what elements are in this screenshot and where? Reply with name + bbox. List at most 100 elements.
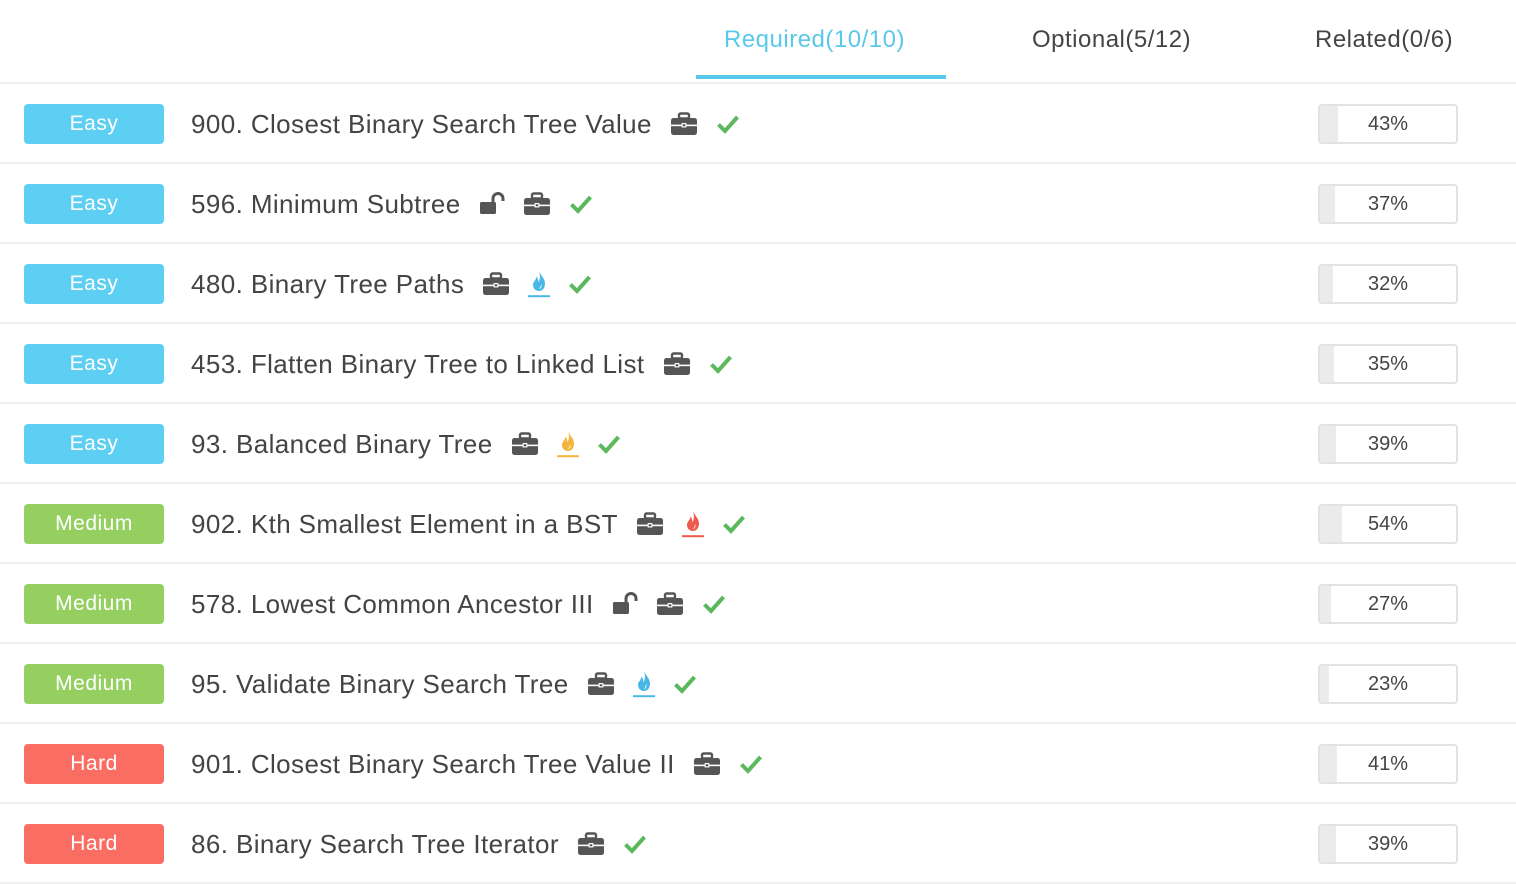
problem-title-group: 453. Flatten Binary Tree to Linked List: [191, 346, 733, 382]
acceptance-rate-bar: 41%: [1318, 744, 1458, 784]
acceptance-rate-text: 54%: [1367, 512, 1409, 535]
flame-blue-icon: [528, 270, 551, 298]
acceptance-rate-text: 23%: [1367, 672, 1409, 695]
difficulty-badge-hard: Hard: [24, 824, 164, 864]
acceptance-rate-text: 35%: [1367, 352, 1409, 375]
problem-title-link[interactable]: 902. Kth Smallest Element in a BST: [191, 509, 618, 540]
problem-icons: [493, 430, 621, 458]
briefcase-icon: [587, 672, 615, 696]
problem-icons: [618, 510, 746, 538]
briefcase-icon: [577, 832, 605, 856]
problem-list: Easy 900. Closest Binary Search Tree Valu…: [0, 84, 1516, 884]
problem-row[interactable]: Easy 900. Closest Binary Search Tree Valu…: [0, 84, 1516, 164]
difficulty-badge-easy: Easy: [24, 424, 164, 464]
tab-required[interactable]: Required(10/10): [724, 26, 905, 58]
check-icon: [568, 274, 592, 294]
briefcase-icon: [511, 432, 539, 456]
problem-title-group: 901. Closest Binary Search Tree Value II: [191, 746, 763, 782]
problem-title-link[interactable]: 453. Flatten Binary Tree to Linked List: [191, 349, 645, 380]
acceptance-rate-text: 27%: [1367, 592, 1409, 615]
flame-blue-icon: [632, 670, 655, 698]
difficulty-badge-medium: Medium: [24, 584, 164, 624]
briefcase-icon: [523, 192, 551, 216]
problem-icons: [569, 670, 697, 698]
check-icon: [569, 194, 593, 214]
difficulty-badge-easy: Easy: [24, 344, 164, 384]
flame-red-icon: [681, 510, 704, 538]
active-tab-indicator: [696, 75, 946, 79]
briefcase-icon: [636, 512, 664, 536]
check-icon: [722, 514, 746, 534]
acceptance-rate-text: 37%: [1367, 192, 1409, 215]
problem-row[interactable]: Hard 86. Binary Search Tree Iterator 39%: [0, 804, 1516, 884]
acceptance-rate-bar: 35%: [1318, 344, 1458, 384]
problem-title-group: 86. Binary Search Tree Iterator: [191, 826, 647, 862]
check-icon: [716, 114, 740, 134]
problem-title-link[interactable]: 900. Closest Binary Search Tree Value: [191, 109, 652, 140]
problem-title-group: 93. Balanced Binary Tree: [191, 426, 621, 462]
briefcase-icon: [482, 272, 510, 296]
problem-title-link[interactable]: 578. Lowest Common Ancestor III: [191, 589, 594, 620]
problem-title-group: 900. Closest Binary Search Tree Value: [191, 106, 740, 142]
difficulty-badge-easy: Easy: [24, 264, 164, 304]
problem-title-group: 578. Lowest Common Ancestor III: [191, 586, 726, 622]
unlock-icon: [612, 592, 638, 616]
acceptance-rate-text: 39%: [1367, 432, 1409, 455]
problem-title-group: 902. Kth Smallest Element in a BST: [191, 506, 746, 542]
problem-row[interactable]: Hard 901. Closest Binary Search Tree Valu…: [0, 724, 1516, 804]
problem-icons: [645, 352, 733, 376]
acceptance-rate-bar: 37%: [1318, 184, 1458, 224]
tab-related[interactable]: Related(0/6): [1315, 26, 1453, 58]
check-icon: [709, 354, 733, 374]
check-icon: [673, 674, 697, 694]
problem-icons: [675, 752, 763, 776]
problem-row[interactable]: Easy 596. Minimum Subtree 37%: [0, 164, 1516, 244]
problem-title-link[interactable]: 480. Binary Tree Paths: [191, 269, 464, 300]
check-icon: [597, 434, 621, 454]
difficulty-badge-easy: Easy: [24, 104, 164, 144]
acceptance-rate-bar: 27%: [1318, 584, 1458, 624]
briefcase-icon: [670, 112, 698, 136]
problem-row[interactable]: Easy 453. Flatten Binary Tree to Linked L…: [0, 324, 1516, 404]
problem-icons: [652, 112, 740, 136]
acceptance-rate-bar: 43%: [1318, 104, 1458, 144]
check-icon: [739, 754, 763, 774]
problem-icons: [461, 192, 593, 216]
acceptance-rate-text: 32%: [1367, 272, 1409, 295]
problem-title-group: 596. Minimum Subtree: [191, 186, 593, 222]
acceptance-rate-text: 39%: [1367, 832, 1409, 855]
problem-title-group: 480. Binary Tree Paths: [191, 266, 592, 302]
problem-row[interactable]: Easy 93. Balanced Binary Tree 39%: [0, 404, 1516, 484]
difficulty-badge-hard: Hard: [24, 744, 164, 784]
tab-optional[interactable]: Optional(5/12): [1032, 26, 1191, 58]
difficulty-badge-medium: Medium: [24, 664, 164, 704]
check-icon: [702, 594, 726, 614]
problem-icons: [464, 270, 592, 298]
briefcase-icon: [656, 592, 684, 616]
acceptance-rate-text: 43%: [1367, 112, 1409, 135]
problem-title-link[interactable]: 901. Closest Binary Search Tree Value II: [191, 749, 675, 780]
acceptance-rate-bar: 39%: [1318, 824, 1458, 864]
acceptance-rate-bar: 32%: [1318, 264, 1458, 304]
unlock-icon: [479, 192, 505, 216]
problem-title-link[interactable]: 86. Binary Search Tree Iterator: [191, 829, 559, 860]
acceptance-rate-bar: 39%: [1318, 424, 1458, 464]
problem-row[interactable]: Medium 95. Validate Binary Search Tree 23%: [0, 644, 1516, 724]
problem-title-group: 95. Validate Binary Search Tree: [191, 666, 697, 702]
problem-title-link[interactable]: 95. Validate Binary Search Tree: [191, 669, 569, 700]
acceptance-rate-bar: 23%: [1318, 664, 1458, 704]
tab-bar: Required(10/10) Optional(5/12) Related(0…: [0, 0, 1516, 84]
check-icon: [623, 834, 647, 854]
problem-row[interactable]: Medium 578. Lowest Common Ancestor III 27%: [0, 564, 1516, 644]
problem-row[interactable]: Medium 902. Kth Smallest Element in a BST…: [0, 484, 1516, 564]
problem-icons: [559, 832, 647, 856]
acceptance-rate-text: 41%: [1367, 752, 1409, 775]
problem-icons: [594, 592, 726, 616]
briefcase-icon: [693, 752, 721, 776]
problem-title-link[interactable]: 596. Minimum Subtree: [191, 189, 461, 220]
problem-row[interactable]: Easy 480. Binary Tree Paths 32%: [0, 244, 1516, 324]
problem-title-link[interactable]: 93. Balanced Binary Tree: [191, 429, 493, 460]
briefcase-icon: [663, 352, 691, 376]
flame-orange-icon: [556, 430, 579, 458]
difficulty-badge-medium: Medium: [24, 504, 164, 544]
